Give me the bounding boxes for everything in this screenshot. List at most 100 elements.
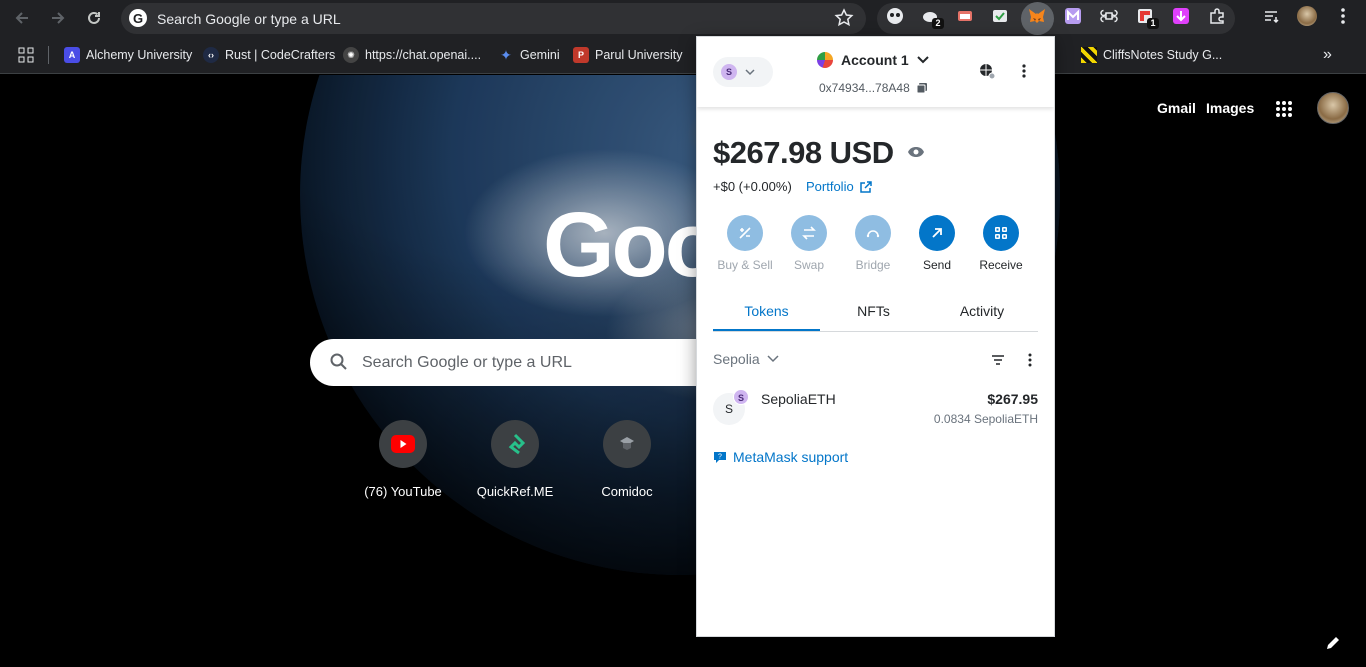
bookmark-codecrafters[interactable]: ‹› Rust | CodeCrafters: [203, 46, 335, 64]
bookmark-chatgpt[interactable]: ✺ https://chat.openai....: [343, 46, 481, 64]
swap-button[interactable]: Swap: [777, 215, 841, 272]
browser-menu-icon[interactable]: [1333, 6, 1353, 26]
bookmark-label: Rust | CodeCrafters: [225, 48, 336, 62]
tab-activity[interactable]: Activity: [927, 303, 1037, 319]
swap-label: Swap: [793, 258, 825, 272]
google-account-avatar[interactable]: [1317, 92, 1349, 124]
sort-filter-icon[interactable]: [991, 353, 1005, 371]
shortcut-comidoc[interactable]: Comidoc: [572, 420, 682, 499]
parul-university-icon: P: [573, 47, 589, 63]
metamask-header: S Account 1 0x74934...78A48: [697, 37, 1054, 107]
shortcut-label: Comidoc: [601, 484, 653, 499]
reading-list-icon[interactable]: [1261, 6, 1281, 26]
tab-nfts[interactable]: NFTs: [820, 303, 927, 319]
metamask-popup: S Account 1 0x74934...78A48 $267.98 USD …: [696, 36, 1055, 637]
omnibox-text: Search Google or type a URL: [157, 11, 341, 27]
support-label: MetaMask support: [733, 449, 849, 465]
bookmark-star-icon[interactable]: [834, 8, 854, 28]
balance-amount: $267.98 USD: [713, 135, 894, 170]
reload-button[interactable]: [82, 6, 106, 30]
ext-check-icon[interactable]: [990, 6, 1010, 26]
back-button[interactable]: [10, 6, 34, 30]
account-address: 0x74934...78A48: [819, 81, 910, 95]
account-name: Account 1: [841, 52, 909, 68]
buy-sell-icon: [727, 215, 763, 251]
ext-card-icon[interactable]: [955, 6, 975, 26]
svg-text:?: ?: [718, 454, 722, 461]
bookmark-gemini[interactable]: ✦ Gemini: [498, 46, 560, 64]
bookmark-parul[interactable]: P Parul University: [573, 46, 683, 64]
receive-button[interactable]: Receive: [969, 215, 1033, 272]
metamask-support-link[interactable]: ? MetaMask support: [713, 449, 848, 465]
ext-eyes-icon[interactable]: [885, 6, 905, 26]
hide-balance-eye-icon[interactable]: [907, 145, 925, 163]
ext-red-icon[interactable]: 1: [1135, 6, 1159, 29]
token-options-menu-icon[interactable]: [1028, 353, 1032, 372]
codecrafters-icon: ‹›: [203, 47, 219, 63]
bookmarks-overflow-chevron-icon[interactable]: »: [1323, 46, 1332, 64]
chevron-down-icon: [745, 69, 755, 76]
buy-sell-label: Buy & Sell: [717, 258, 773, 272]
network-picker[interactable]: S: [713, 57, 773, 87]
token-fiat-value: $267.95: [987, 391, 1038, 407]
reload-icon: [88, 11, 100, 24]
network-filter[interactable]: Sepolia: [713, 351, 779, 367]
receive-qr-icon: [983, 215, 1019, 251]
token-name: SepoliaETH: [761, 391, 836, 407]
omnibox[interactable]: G Search Google or type a URL: [121, 3, 866, 34]
new-tab-page: Goog Search Google or type a URL (76) Yo…: [0, 75, 1366, 667]
copy-icon: [916, 83, 927, 94]
customize-pencil-icon[interactable]: [1325, 635, 1341, 656]
youtube-icon: [379, 420, 427, 468]
back-arrow-icon: [15, 12, 28, 24]
account-avatar-icon: [817, 52, 833, 68]
send-button[interactable]: Send: [905, 215, 969, 272]
ext-download-icon[interactable]: [1171, 6, 1191, 26]
bookmark-label: Gemini: [520, 48, 560, 62]
extensions-puzzle-icon[interactable]: [1207, 6, 1227, 26]
forward-arrow-icon: [52, 12, 65, 24]
account-options-menu-icon[interactable]: [1022, 64, 1026, 83]
sepolia-network-icon: S: [721, 64, 737, 80]
ext-purple-m-icon[interactable]: [1063, 6, 1083, 26]
browser-toolbar: G Search Google or type a URL 2 1: [0, 0, 1366, 36]
account-picker[interactable]: Account 1: [817, 52, 929, 68]
cliffsnotes-icon: [1081, 47, 1097, 63]
apps-grid-icon[interactable]: [18, 46, 34, 64]
gmail-link[interactable]: Gmail: [1157, 100, 1196, 116]
profile-avatar[interactable]: [1297, 6, 1317, 26]
shortcut-label: QuickRef.ME: [476, 484, 554, 499]
gemini-sparkle-icon: ✦: [500, 46, 512, 63]
metamask-fox-icon: [1027, 6, 1047, 26]
tab-tokens[interactable]: Tokens: [713, 303, 820, 319]
bridge-button[interactable]: Bridge: [841, 215, 905, 272]
account-address-copy[interactable]: 0x74934...78A48: [819, 81, 928, 95]
google-apps-icon[interactable]: [1275, 100, 1293, 123]
bookmarks-bar: A Alchemy University ‹› Rust | CodeCraft…: [0, 36, 1366, 74]
bookmark-cliffsnotes[interactable]: CliffsNotes Study G...: [1081, 46, 1222, 64]
bookmarks-divider: [48, 46, 49, 64]
chevron-down-icon: [916, 56, 929, 64]
comidoc-icon: [603, 420, 651, 468]
send-label: Send: [922, 258, 952, 272]
ext-cloud-icon[interactable]: 2: [920, 6, 944, 29]
search-icon: [330, 353, 347, 370]
bridge-arc-icon: [855, 215, 891, 251]
ext-command-icon[interactable]: [1099, 6, 1119, 26]
receive-label: Receive: [979, 258, 1023, 272]
external-link-icon: [859, 180, 872, 193]
network-filter-label: Sepolia: [713, 351, 760, 367]
bookmark-label: Alchemy University: [86, 48, 193, 62]
portfolio-link[interactable]: Portfolio: [806, 179, 873, 194]
quickref-icon: [491, 420, 539, 468]
shortcut-quickref[interactable]: QuickRef.ME: [460, 420, 570, 499]
global-menu-network-icon[interactable]: [978, 62, 996, 85]
forward-button[interactable]: [46, 6, 70, 30]
bookmark-alchemy[interactable]: A Alchemy University: [64, 46, 192, 64]
send-arrow-icon: [919, 215, 955, 251]
images-link[interactable]: Images: [1206, 100, 1254, 116]
buy-sell-button[interactable]: Buy & Sell: [713, 215, 777, 272]
shortcut-youtube[interactable]: (76) YouTube: [348, 420, 458, 499]
token-row-sepoliaeth[interactable]: S S SepoliaETH $267.95 0.0834 SepoliaETH: [697, 381, 1054, 433]
bookmark-label: CliffsNotes Study G...: [1103, 48, 1223, 62]
